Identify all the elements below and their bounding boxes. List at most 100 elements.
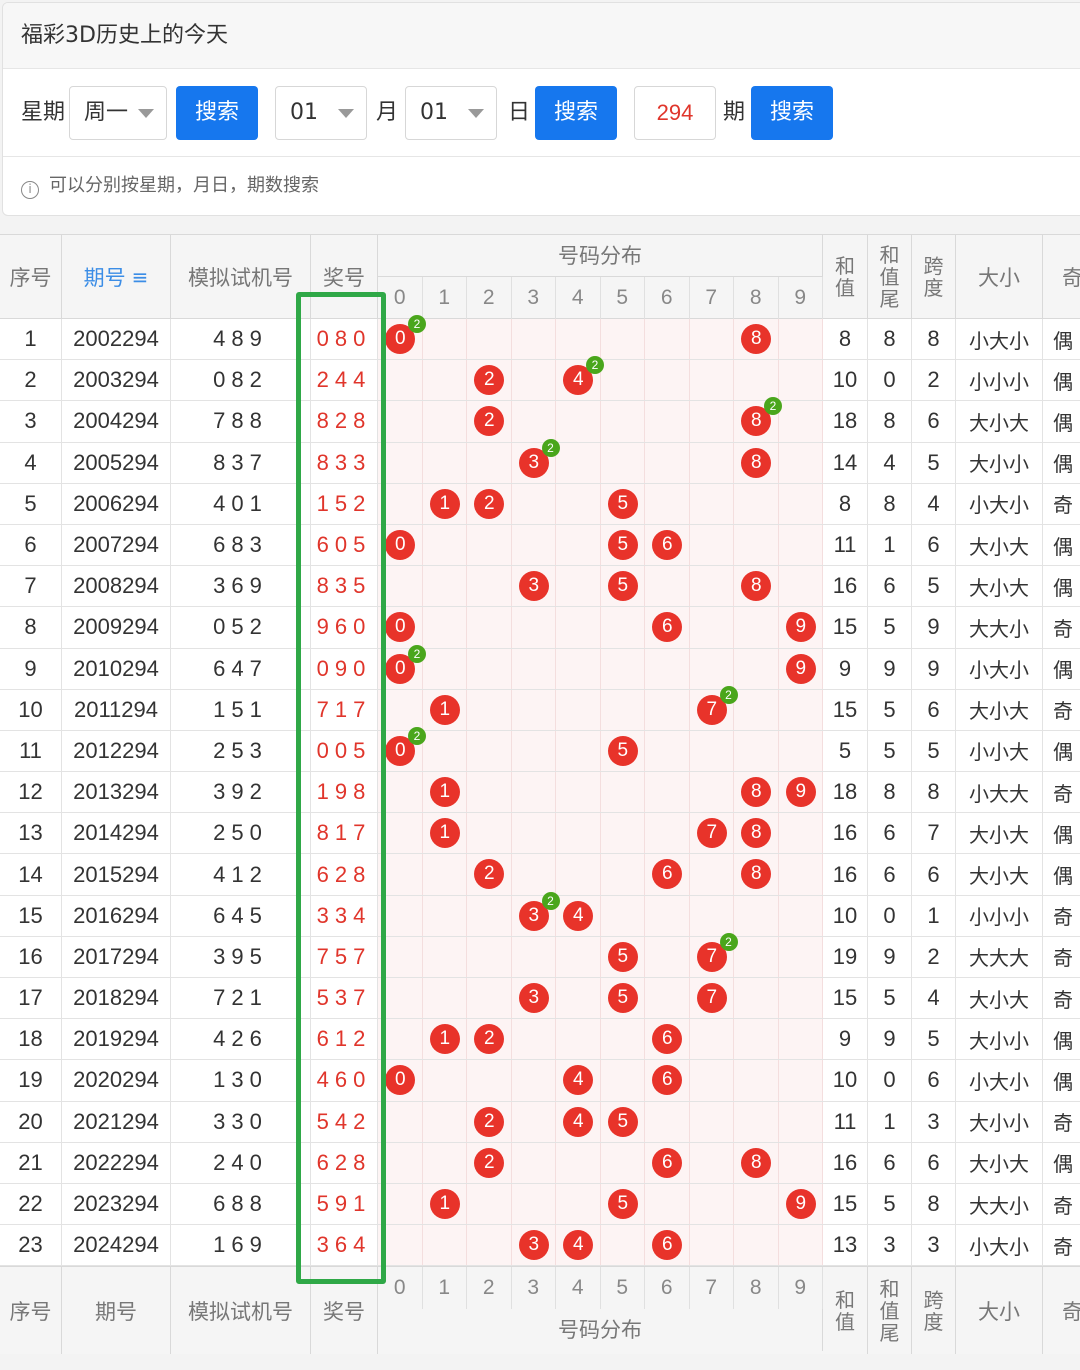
header-period[interactable]: 期号 bbox=[62, 1267, 171, 1355]
number-ball: 9 bbox=[785, 612, 816, 643]
row-sim-number: 721 bbox=[171, 978, 311, 1019]
dist-cell bbox=[467, 1060, 512, 1101]
header-sum-label: 和值 bbox=[835, 253, 855, 300]
number-ball: 2 bbox=[474, 1147, 505, 1178]
dist-cell bbox=[512, 813, 556, 854]
row-prize-number: 005 bbox=[311, 730, 378, 772]
weekday-label: 星期 bbox=[21, 100, 66, 125]
number-ball: 4 bbox=[563, 1106, 594, 1137]
search-row: 星期 周一 搜索 01 月 01 日 搜索 294 期 搜索 bbox=[3, 69, 1080, 157]
month-select[interactable]: 01 bbox=[275, 86, 367, 140]
dist-cell bbox=[601, 607, 645, 648]
dist-cell bbox=[512, 1060, 556, 1101]
row-distribution: 2 6 8 bbox=[378, 1142, 823, 1183]
dist-cell bbox=[734, 483, 779, 524]
header-digit-9: 9 bbox=[779, 1267, 823, 1310]
row-distribution: 029 bbox=[378, 644, 823, 689]
dist-cell bbox=[601, 1225, 645, 1266]
header-size-label: 大小 bbox=[978, 1299, 1020, 1324]
row-span: 6 bbox=[912, 854, 956, 895]
day-select[interactable]: 01 bbox=[405, 86, 497, 140]
weekday-select[interactable]: 周一 bbox=[69, 86, 167, 140]
number-ball: 5 bbox=[607, 941, 638, 972]
row-prize-number: 591 bbox=[311, 1183, 378, 1225]
number-ball: 3 bbox=[518, 571, 549, 602]
dist-cell bbox=[556, 401, 601, 442]
row-span: 5 bbox=[912, 566, 956, 607]
row-sum-tail: 9 bbox=[868, 936, 912, 977]
row-span: 6 bbox=[912, 524, 956, 566]
dist-cell bbox=[467, 772, 512, 813]
dist-cell bbox=[423, 730, 467, 772]
dist-cell bbox=[690, 1101, 734, 1142]
row-sum-tail: 6 bbox=[868, 813, 912, 854]
dist-cell bbox=[467, 936, 512, 977]
row-size: 大小大 bbox=[956, 854, 1043, 895]
row-index: 17 bbox=[0, 978, 62, 1019]
dist-cell bbox=[423, 648, 467, 689]
header-period[interactable]: 期号 ≡ bbox=[62, 235, 171, 318]
table-row: 14 2015294 412 628 268 16 6 6 大小大 偶 bbox=[0, 854, 1080, 896]
row-period: 2021294 bbox=[62, 1101, 171, 1142]
dist-cell bbox=[645, 483, 690, 524]
number-ball: 5 bbox=[607, 735, 638, 766]
row-prize-number: 334 bbox=[311, 895, 378, 936]
row-period: 2017294 bbox=[62, 936, 171, 977]
number-ball: 1 bbox=[429, 1024, 460, 1055]
dist-cell bbox=[556, 1183, 601, 1225]
dist-cell bbox=[467, 1225, 512, 1266]
number-ball: 3 bbox=[518, 983, 549, 1013]
row-index: 3 bbox=[0, 401, 62, 442]
row-prize-number: 090 bbox=[311, 648, 378, 689]
dist-cell bbox=[601, 1060, 645, 1101]
dist-cell bbox=[378, 1101, 423, 1142]
dist-cell bbox=[645, 978, 690, 1019]
dist-cell bbox=[556, 319, 601, 360]
search-button-date[interactable]: 搜索 bbox=[535, 86, 617, 140]
row-span: 4 bbox=[912, 978, 956, 1019]
row-span: 5 bbox=[912, 442, 956, 483]
row-distribution: 12 5 bbox=[378, 483, 823, 524]
header-span-label: 跨度 bbox=[923, 1287, 944, 1334]
header-digit-0: 0 bbox=[378, 277, 423, 319]
header-digit-4: 4 bbox=[556, 1267, 601, 1310]
dist-cell bbox=[556, 1019, 601, 1060]
row-sum: 11 bbox=[823, 524, 868, 566]
row-sum: 16 bbox=[823, 566, 868, 607]
row-period: 2018294 bbox=[62, 978, 171, 1019]
row-period: 2012294 bbox=[62, 730, 171, 772]
dist-cell bbox=[690, 483, 734, 524]
number-ball: 2 bbox=[474, 1106, 505, 1137]
search-button-period[interactable]: 搜索 bbox=[751, 86, 833, 140]
row-sim-number: 837 bbox=[171, 442, 311, 483]
row-parity: 奇 bbox=[1043, 690, 1080, 730]
dist-cell bbox=[512, 607, 556, 648]
table-row: 23 2024294 169 364 346 13 3 3 小大小 奇 bbox=[0, 1225, 1080, 1267]
row-period: 2009294 bbox=[62, 607, 171, 648]
dist-cell bbox=[467, 730, 512, 772]
dist-cell bbox=[690, 730, 734, 772]
table-footer-header: 序号 期号 模拟试机号 奖号 号码分布 0 1 2 3 4 5 6 7 8 9 和值 和值尾 跨度 大小 bbox=[0, 1266, 1080, 1355]
row-sum: 16 bbox=[823, 854, 868, 895]
row-sim-number: 645 bbox=[171, 895, 311, 936]
row-sim-number: 169 bbox=[171, 1225, 311, 1266]
row-sim-number: 151 bbox=[171, 689, 311, 730]
number-ball: 6 bbox=[652, 529, 683, 560]
search-button-weekday[interactable]: 搜索 bbox=[176, 86, 258, 140]
panel-title: 福彩3D历史上的今天 bbox=[3, 3, 1080, 69]
row-sum: 5 bbox=[823, 730, 868, 772]
dist-cell bbox=[779, 524, 823, 566]
period-input[interactable]: 294 bbox=[634, 86, 716, 140]
dist-cell bbox=[690, 319, 734, 360]
header-span: 跨度 bbox=[912, 235, 956, 318]
row-prize-number: 835 bbox=[311, 566, 378, 607]
header-index: 序号 bbox=[0, 235, 62, 318]
dist-cell bbox=[645, 401, 690, 442]
header-digit-6: 6 bbox=[645, 1267, 690, 1310]
dist-cell bbox=[601, 401, 645, 442]
dist-cell bbox=[423, 1142, 467, 1183]
header-digit-2: 2 bbox=[467, 277, 512, 319]
dist-cell bbox=[690, 1019, 734, 1060]
dist-cell bbox=[378, 854, 423, 895]
row-sum-tail: 5 bbox=[868, 1183, 912, 1225]
